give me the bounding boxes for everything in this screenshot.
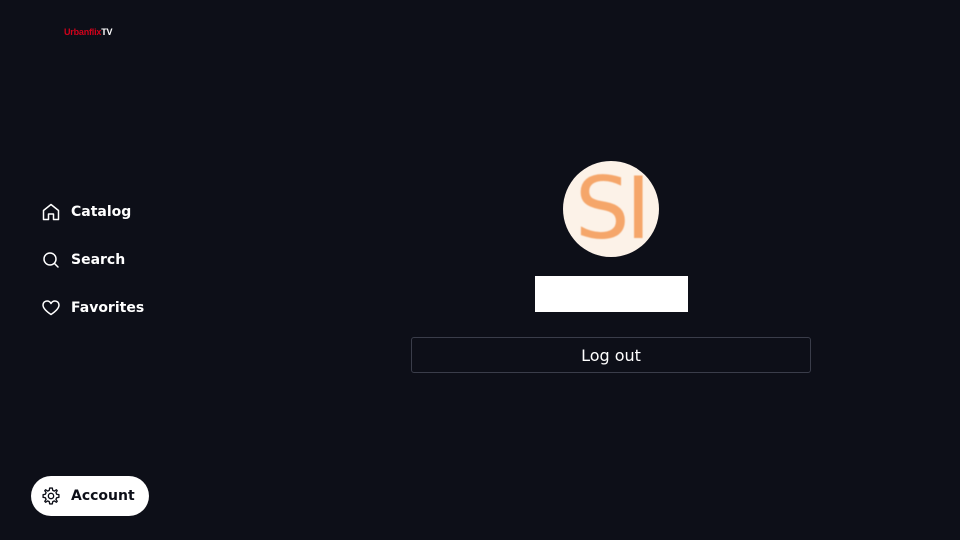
logout-button[interactable]: Log out xyxy=(411,337,811,373)
nav-item-search[interactable]: Search xyxy=(31,240,181,280)
logo-suffix: TV xyxy=(101,27,113,37)
nav-item-label: Catalog xyxy=(71,204,132,220)
avatar: SI xyxy=(563,161,659,257)
nav-item-catalog[interactable]: Catalog xyxy=(31,192,181,232)
sidebar-nav: Catalog Search Favorites xyxy=(31,192,181,336)
profile-name-field xyxy=(535,276,688,312)
avatar-initials: SI xyxy=(575,161,651,257)
heart-icon xyxy=(41,298,61,318)
nav-item-favorites[interactable]: Favorites xyxy=(31,288,181,328)
account-label: Account xyxy=(71,488,135,504)
app-logo: UrbanflixTV xyxy=(64,26,113,38)
account-button[interactable]: Account xyxy=(31,476,149,516)
logo-brand: Urbanflix xyxy=(64,27,102,37)
gear-icon xyxy=(41,486,61,506)
app-root: UrbanflixTV Catalog Search Favorites Acc… xyxy=(0,0,960,540)
nav-item-label: Favorites xyxy=(71,300,145,316)
home-icon xyxy=(41,202,61,222)
nav-item-label: Search xyxy=(71,252,126,268)
search-icon xyxy=(41,250,61,270)
